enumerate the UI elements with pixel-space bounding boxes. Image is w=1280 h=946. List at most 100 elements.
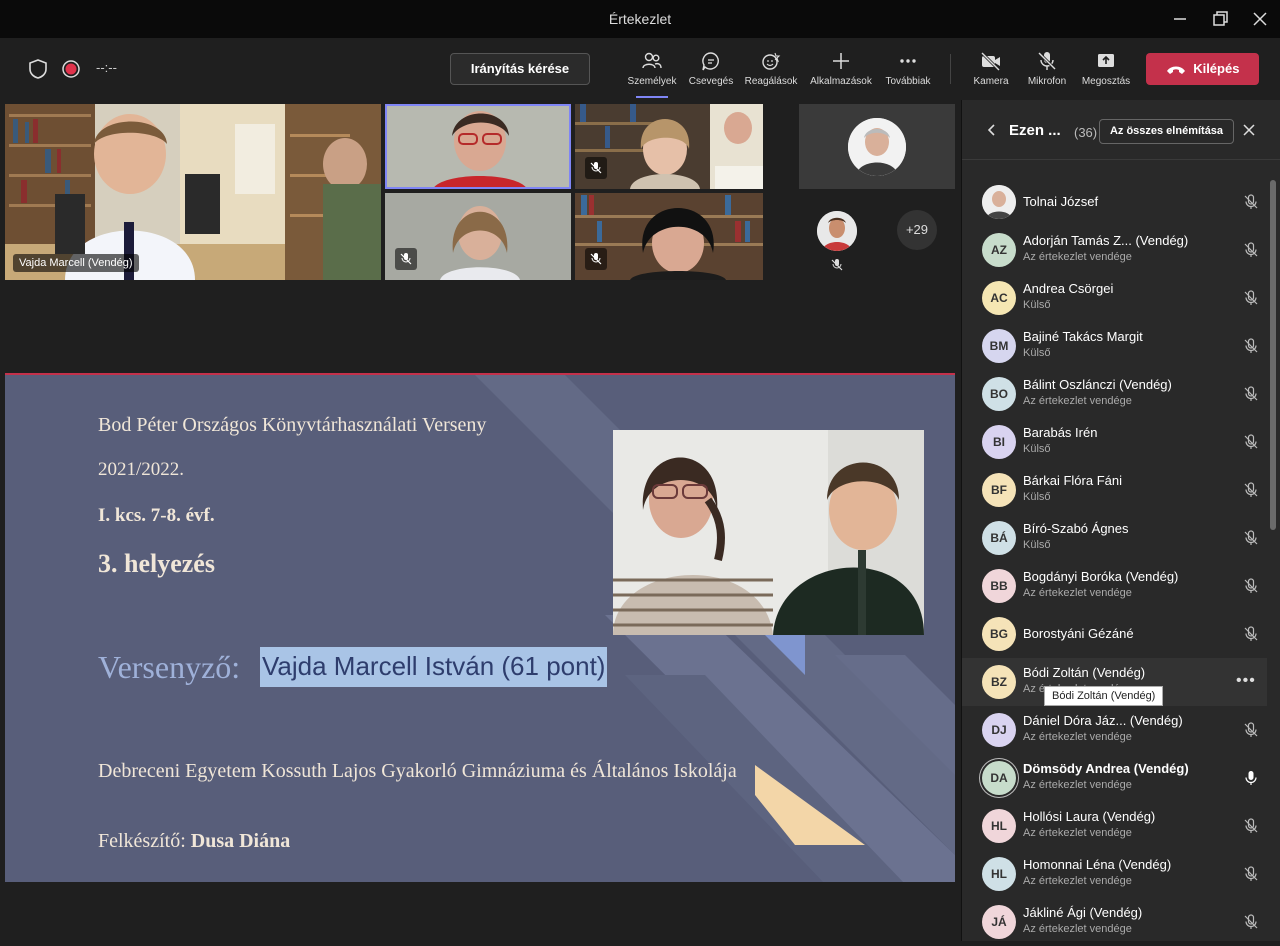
people-label: Személyek (627, 76, 677, 87)
participant-role: Az értekezlet vendége (1023, 923, 1132, 935)
mic-off-icon[interactable] (1242, 481, 1260, 499)
participant-role: Külső (1023, 443, 1051, 455)
participant-row[interactable]: HL Homonnai Léna (Vendég) Az értekezlet … (962, 850, 1267, 898)
slide-competitor-label: Versenyző: (98, 649, 241, 685)
title-bar: Értekezlet (0, 0, 1280, 38)
participant-row[interactable]: BO Bálint Oszlánczi (Vendég) Az értekezl… (962, 370, 1267, 418)
participant-role: Az értekezlet vendége (1023, 779, 1132, 791)
more-icon (900, 59, 916, 63)
participant-avatar-small[interactable] (817, 211, 857, 251)
participant-role: Külső (1023, 539, 1051, 551)
participant-name: Bódi Zoltán (Vendég) (1023, 665, 1146, 680)
meeting-timer: --:-- (96, 60, 117, 75)
participant-row[interactable]: BB Bogdányi Boróka (Vendég) Az értekezle… (962, 562, 1267, 610)
request-control-button[interactable]: Irányítás kérése (450, 53, 590, 85)
mute-all-button[interactable]: Az összes elnémítása (1099, 119, 1234, 144)
mic-off-icon[interactable] (1242, 241, 1260, 259)
participant-role: Külső (1023, 347, 1051, 359)
people-button[interactable]: Személyek (622, 50, 682, 98)
mic-off-icon[interactable] (1242, 865, 1260, 883)
mic-off-icon[interactable] (1242, 289, 1260, 307)
slide-competitor-name: Vajda Marcell István (61 pont) (260, 647, 608, 687)
participant-row[interactable]: BÁ Bíró-Szabó Ágnes Külső (962, 514, 1267, 562)
video-tile-main[interactable]: Vajda Marcell (Vendég) (5, 104, 381, 280)
close-icon[interactable] (1241, 122, 1257, 138)
pinned-participant-tile[interactable] (799, 104, 955, 189)
video-tile-young-woman[interactable] (385, 193, 571, 280)
mic-off-icon[interactable] (1242, 721, 1260, 739)
camera-button[interactable]: Kamera (966, 50, 1016, 96)
chat-icon (702, 52, 719, 71)
participant-row[interactable]: Tolnai József (962, 178, 1267, 226)
mic-icon[interactable] (1242, 769, 1260, 787)
mic-off-icon[interactable] (1242, 385, 1260, 403)
mic-off-icon (1037, 51, 1057, 71)
mic-off-icon[interactable] (1242, 193, 1260, 211)
slide-preparer-name: Dusa Diána (190, 830, 291, 852)
mic-off-icon (585, 157, 607, 179)
participant-role: Az értekezlet vendége (1023, 875, 1132, 887)
restore-icon[interactable] (1210, 9, 1230, 29)
participant-row[interactable]: AZ Adorján Tamás Z... (Vendég) Az érteke… (962, 226, 1267, 274)
slide-placement: 3. helyezés (98, 549, 215, 578)
participant-name: Tolnai József (1023, 194, 1099, 209)
participant-avatar: BZ (982, 665, 1016, 699)
more-button[interactable]: Továbbiak (880, 50, 936, 96)
participant-row[interactable]: BI Barabás Irén Külső (962, 418, 1267, 466)
participant-row[interactable]: AC Andrea Csörgei Külső (962, 274, 1267, 322)
mic-button[interactable]: Mikrofon (1020, 50, 1074, 96)
speaker-video-frame (387, 106, 569, 187)
participant-name: Hollósi Laura (Vendég) (1023, 809, 1156, 824)
shield-icon[interactable] (27, 58, 49, 80)
participant-avatar: HL (982, 857, 1016, 891)
participant-row[interactable]: DA Dömsödy Andrea (Vendég) Az értekezlet… (962, 754, 1267, 802)
participant-avatar: BÁ (982, 521, 1016, 555)
video-tile-girl[interactable] (575, 104, 763, 189)
video-tile-speaker[interactable] (385, 104, 571, 189)
reactions-button[interactable]: Reagálások (741, 50, 801, 96)
more-options-icon[interactable]: ••• (1236, 672, 1256, 690)
camera-label: Kamera (973, 76, 1009, 87)
share-button[interactable]: Megosztás (1077, 50, 1135, 96)
chevron-left-icon[interactable] (984, 122, 1000, 138)
record-icon (60, 58, 82, 80)
participant-name: Bajiné Takács Margit (1023, 329, 1143, 344)
window-title: Értekezlet (608, 11, 672, 27)
participant-row[interactable]: BG Borostyáni Gézáné (962, 610, 1267, 658)
close-window-icon[interactable] (1250, 9, 1270, 29)
participant-avatar: BF (982, 473, 1016, 507)
mic-off-icon[interactable] (1242, 529, 1260, 547)
participant-name: Bogdányi Boróka (Vendég) (1023, 569, 1179, 584)
participant-avatar: BM (982, 329, 1016, 363)
mic-off-icon[interactable] (1242, 817, 1260, 835)
minimize-icon[interactable] (1170, 9, 1190, 29)
apps-button[interactable]: Alkalmazások (806, 50, 876, 96)
chat-label: Csevegés (688, 76, 734, 87)
mic-label: Mikrofon (1027, 76, 1067, 87)
panel-scrollbar[interactable] (1270, 180, 1276, 530)
participant-row[interactable]: JÁ Jákliné Ági (Vendég) Az értekezlet ve… (962, 898, 1267, 946)
participant-row[interactable]: BZ Bódi Zoltán (Vendég) Az értekezlet ve… (962, 658, 1267, 706)
mic-off-icon[interactable] (1242, 577, 1260, 595)
participant-name: Jákliné Ági (Vendég) (1023, 905, 1143, 920)
participant-row[interactable]: BF Bárkai Flóra Fáni Külső (962, 466, 1267, 514)
name-tooltip: Bódi Zoltán (Vendég) (1044, 686, 1164, 706)
mic-off-icon[interactable] (1242, 337, 1260, 355)
participant-row[interactable]: DJ Dániel Dóra Jáz... (Vendég) Az érteke… (962, 706, 1267, 754)
video-tile-older-woman[interactable] (575, 193, 763, 280)
phone-icon (1166, 66, 1185, 74)
participant-row[interactable]: BM Bajiné Takács Margit Külső (962, 322, 1267, 370)
mic-off-icon[interactable] (1242, 433, 1260, 451)
participant-name-tag: Vajda Marcell (Vendég) (13, 254, 139, 272)
overflow-participants-badge[interactable]: +29 (897, 210, 937, 250)
reactions-icon (762, 52, 781, 70)
leave-button[interactable]: Kilépés (1146, 53, 1259, 85)
participant-name: Homonnai Léna (Vendég) (1023, 857, 1172, 872)
chat-button[interactable]: Csevegés (684, 50, 738, 96)
mic-off-icon[interactable] (1242, 913, 1260, 931)
shared-screen-slide: Bod Péter Országos Könyvtárhasználati Ve… (5, 373, 955, 882)
plus-icon (833, 53, 849, 69)
mic-off-icon[interactable] (1242, 625, 1260, 643)
participant-row[interactable]: HL Hollósi Laura (Vendég) Az értekezlet … (962, 802, 1267, 850)
slide-category: I. kcs. 7-8. évf. (98, 505, 215, 526)
